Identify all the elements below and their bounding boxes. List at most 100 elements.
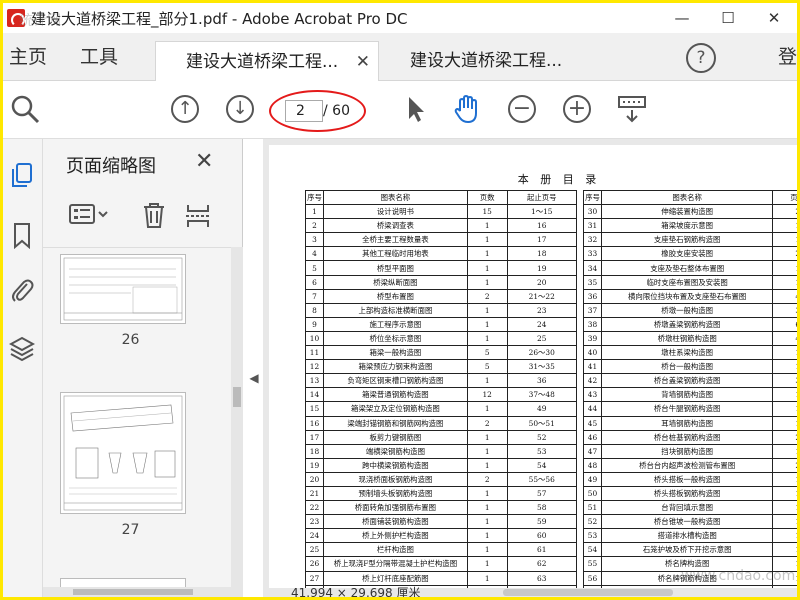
restore-button[interactable]: ☐ xyxy=(705,3,751,33)
thumbnail-list: 26 27 xyxy=(43,247,231,587)
sign-in-link[interactable]: 登 xyxy=(778,33,797,81)
toc-cell: 桥位坐标示意图 xyxy=(322,330,468,347)
layers-icon[interactable] xyxy=(9,334,35,362)
document-horizontal-scrollbar[interactable] xyxy=(503,589,673,596)
table-row: 5 桥型平面图 1 19 xyxy=(305,260,577,276)
toc-cell: 6 xyxy=(772,316,797,332)
options-menu-icon[interactable] xyxy=(69,203,109,227)
table-row: 43背墙钢筋构造图1 xyxy=(583,387,797,403)
toc-cell: 31～35 xyxy=(506,359,577,375)
table-row: 4 其他工程临时用地表 1 18 xyxy=(305,246,577,262)
thumbnail-page-number: 27 xyxy=(121,522,140,538)
scrollbar-thumb[interactable] xyxy=(73,589,193,595)
toc-cell: 2 xyxy=(772,429,797,445)
help-icon[interactable]: ? xyxy=(686,43,716,73)
pdf-page: 本 册 目 录 序号 图表名称 页数 起止页号 1 设计说明书 15 1～15 2 桥梁调查表 1… xyxy=(269,145,797,597)
toc-cell: 1 xyxy=(466,260,508,276)
table-row: 38桥墩盖梁钢筋构造图6 xyxy=(583,316,797,332)
toc-cell: 52 xyxy=(583,514,602,530)
toc-cell: 设计说明书 xyxy=(322,204,468,220)
table-row: 22 桥面转角加强钢筋布置图 1 58 xyxy=(305,500,577,516)
hand-tool-icon[interactable] xyxy=(451,93,483,125)
table-row: 6 桥梁纵断面图 1 20 xyxy=(305,274,577,290)
toc-cell: 53 xyxy=(506,443,577,459)
toc-cell: 桥墩柱钢筋构造图 xyxy=(600,330,774,347)
toc-cell: 1 xyxy=(772,542,797,558)
close-tab-icon[interactable]: ✕ xyxy=(356,42,370,82)
acrobat-window: 建设大道桥梁工程_部分1.pdf - Adobe Acrobat Pro DC … xyxy=(3,3,797,597)
toc-cell: 49 xyxy=(506,401,577,417)
thumbnail-page-27[interactable] xyxy=(60,392,186,514)
window-title: 建设大道桥梁工程_部分1.pdf - Adobe Acrobat Pro DC xyxy=(31,9,408,28)
toc-cell: 1 xyxy=(466,246,508,262)
delete-page-icon[interactable] xyxy=(141,201,167,229)
toc-cell: 4 xyxy=(772,288,797,304)
toc-cell: 16 xyxy=(506,218,577,234)
toc-cell: 桥头搭板一般构造图 xyxy=(600,471,774,487)
toc-cell: 上部构造标准横断面图 xyxy=(322,302,468,318)
page-up-icon[interactable]: ↑ xyxy=(171,95,199,123)
toc-cell: 搭道排水槽构造图 xyxy=(600,528,774,544)
page-number-input[interactable]: 2 xyxy=(285,100,323,122)
magnifier-icon[interactable] xyxy=(9,93,41,125)
thumbnail-drawing xyxy=(63,257,183,321)
toc-cell: 36 xyxy=(506,373,577,389)
minimize-button[interactable]: — xyxy=(659,3,705,33)
toc-cell: 预制墙头板钢筋构造图 xyxy=(322,485,468,502)
close-panel-icon[interactable]: ✕ xyxy=(195,149,213,174)
page-thumbnails-icon[interactable] xyxy=(9,161,35,189)
toc-cell: 2 xyxy=(305,218,324,234)
toc-cell: 1～15 xyxy=(506,204,577,220)
toc-cell: 30 xyxy=(583,204,602,220)
toc-cell: 41 xyxy=(583,359,602,375)
tab-document-1[interactable]: 建设大道桥梁工程... ✕ xyxy=(155,41,379,81)
toc-cell: 桥台牛腿钢筋构造图 xyxy=(600,401,774,417)
table-row: 36横向限位挡块布置及支座垫石布置图4 xyxy=(583,288,797,304)
toc-cell: 支座及垫石整体布置图 xyxy=(600,260,774,276)
thumbnail-panel: 页面缩略图 ✕ 26 27 xyxy=(43,139,243,597)
collapse-panel-icon[interactable]: ◀ xyxy=(245,363,263,393)
zoom-out-icon[interactable]: − xyxy=(508,95,536,123)
bookmark-icon[interactable] xyxy=(9,221,35,249)
extract-pages-icon[interactable] xyxy=(185,201,211,231)
toc-cell: 板剪力键钢筋图 xyxy=(322,429,468,445)
toc-cell: 50～51 xyxy=(506,415,577,431)
keyboard-scroll-icon[interactable] xyxy=(616,93,648,125)
thumbnail-page-28[interactable] xyxy=(60,578,186,587)
table-row: 12 箱梁预应力钢束构造图 5 31～35 xyxy=(305,359,577,375)
toc-cell: 4 xyxy=(305,246,324,262)
toc-cell: 桥台锥坡一般构造图 xyxy=(600,514,774,530)
thumbnail-horizontal-scrollbar[interactable] xyxy=(43,587,243,597)
nav-home[interactable]: 主页 xyxy=(9,33,47,81)
table-row: 39桥墩柱钢筋构造图4 xyxy=(583,330,797,347)
toc-cell: 2 xyxy=(772,457,797,473)
toc-cell: 14 xyxy=(305,387,324,403)
thumbnail-page-26[interactable] xyxy=(60,254,186,324)
toc-cell: 1 xyxy=(772,274,797,290)
toc-cell: 12 xyxy=(466,387,508,403)
page-down-icon[interactable]: ↓ xyxy=(226,95,254,123)
toc-cell: 24 xyxy=(506,316,577,332)
zoom-in-icon[interactable]: + xyxy=(563,95,591,123)
table-row: 50桥头搭板钢筋构造图1 xyxy=(583,485,797,502)
toc-cell: 47 xyxy=(583,443,602,459)
select-cursor-icon[interactable] xyxy=(401,93,433,125)
scrollbar-thumb[interactable] xyxy=(233,387,241,407)
table-row: 8 上部构造标准横断面图 1 23 xyxy=(305,302,577,318)
table-row: 49桥头搭板一般构造图1 xyxy=(583,471,797,487)
thumbnail-vertical-scrollbar[interactable] xyxy=(231,247,243,587)
toc-cell: 17 xyxy=(305,429,324,445)
document-view: 本 册 目 录 序号 图表名称 页数 起止页号 1 设计说明书 15 1～15 2 桥梁调查表 1… xyxy=(263,139,797,597)
tab-document-2[interactable]: 建设大道桥梁工程... xyxy=(380,41,604,81)
table-row: 45耳墙钢筋构造图1 xyxy=(583,415,797,431)
toc-cell: 挡块钢筋构造图 xyxy=(600,443,774,459)
toc-cell: 伸缩装置构造图 xyxy=(600,204,774,220)
toc-cell: 2 xyxy=(466,288,508,304)
nav-tools[interactable]: 工具 xyxy=(80,33,118,81)
toc-cell: 55～56 xyxy=(506,471,577,487)
table-row: 20 现浇桥面板钢筋构造图 2 55～56 xyxy=(305,471,577,487)
toc-cell: 15 xyxy=(305,401,324,417)
close-window-button[interactable]: ✕ xyxy=(751,3,797,33)
toc-table-right: 序号图表名称页数 30伸缩装置构造图231箱梁坡度示意图132支座垫石钢筋构造图… xyxy=(583,189,797,597)
attachment-icon[interactable] xyxy=(9,276,35,304)
